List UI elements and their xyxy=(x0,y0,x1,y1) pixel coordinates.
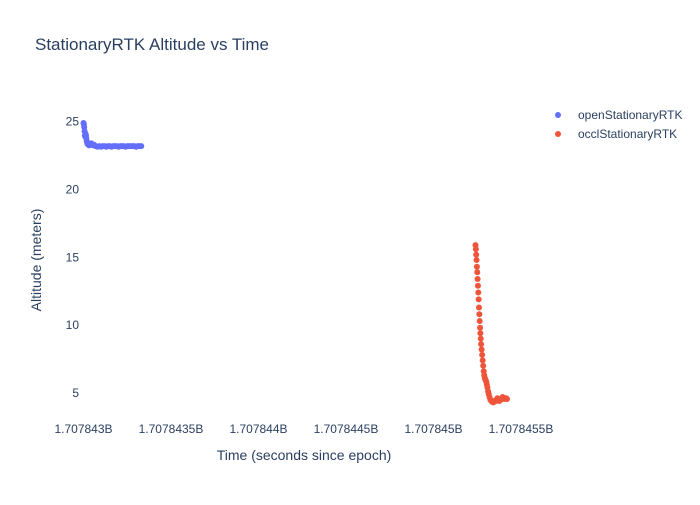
y-tick-label: 25 xyxy=(66,115,80,129)
x-tick-labels: 1.707843B 1.7078435B 1.707844B 1.7078445B 1.… xyxy=(54,422,553,436)
data-point xyxy=(474,275,481,282)
data-point xyxy=(477,324,484,331)
data-point xyxy=(138,143,145,150)
legend-marker xyxy=(555,112,561,118)
y-tick-label: 10 xyxy=(66,318,80,332)
legend-label: openStationaryRTK xyxy=(578,108,683,122)
data-point xyxy=(475,296,482,303)
data-point xyxy=(472,246,479,253)
chart-title: StationaryRTK Altitude vs Time xyxy=(35,35,269,54)
x-axis-label: Time (seconds since epoch) xyxy=(217,447,392,463)
y-tick-labels: 5 10 15 20 25 xyxy=(66,115,80,400)
x-tick-label: 1.7078445B xyxy=(314,422,379,436)
series-openStationaryRTK xyxy=(80,120,145,150)
y-tick-label: 5 xyxy=(72,386,79,400)
y-tick-label: 20 xyxy=(66,182,80,196)
x-tick-label: 1.7078435B xyxy=(139,422,204,436)
y-tick-label: 15 xyxy=(66,250,80,264)
data-point xyxy=(476,304,482,311)
chart: StationaryRTK Altitude vs Time 5 10 15 20 25… xyxy=(0,0,700,500)
data-point xyxy=(479,357,486,364)
series-occlStationaryRTK xyxy=(472,242,510,406)
legend-marker xyxy=(555,131,561,137)
data-point xyxy=(475,289,482,296)
x-tick-label: 1.7078455B xyxy=(489,422,554,436)
legend[interactable]: openStationaryRTK occlStationaryRTK xyxy=(555,108,683,141)
data-point xyxy=(480,362,487,369)
legend-label: occlStationaryRTK xyxy=(578,127,677,141)
data-point xyxy=(473,257,480,263)
y-axis-label: Altitude (meters) xyxy=(28,209,44,312)
data-point xyxy=(474,282,481,289)
data-point xyxy=(476,311,483,318)
data-point xyxy=(478,341,485,348)
data-point xyxy=(477,330,484,337)
data-point xyxy=(473,263,480,270)
legend-item-occlStationaryRTK[interactable]: occlStationaryRTK xyxy=(555,127,677,141)
chart-svg: StationaryRTK Altitude vs Time 5 10 15 20 25… xyxy=(28,35,683,463)
data-point xyxy=(478,346,485,353)
data-point xyxy=(504,395,510,402)
legend-item-openStationaryRTK[interactable]: openStationaryRTK xyxy=(555,108,683,122)
x-tick-label: 1.707843B xyxy=(54,422,112,436)
data-point xyxy=(473,251,480,258)
data-point xyxy=(479,351,486,358)
plot-area xyxy=(80,120,510,406)
x-tick-label: 1.707844B xyxy=(229,422,287,436)
x-tick-label: 1.707845B xyxy=(404,422,462,436)
data-point xyxy=(476,318,483,325)
data-point xyxy=(474,269,481,276)
data-point xyxy=(477,335,484,342)
